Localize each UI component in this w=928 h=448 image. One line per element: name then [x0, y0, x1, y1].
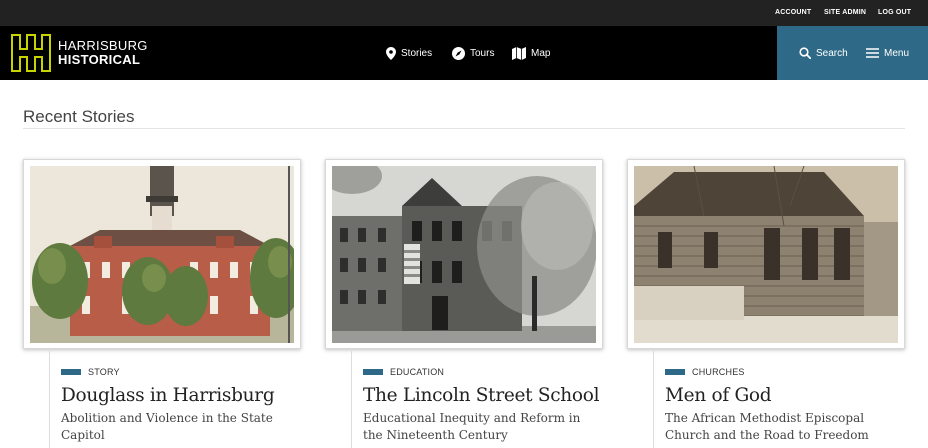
main-header: HARRISBURG HISTORICAL Stories Tours Map	[0, 26, 928, 80]
card-image	[634, 166, 898, 343]
search-button[interactable]: Search	[799, 45, 848, 61]
nav-map-label: Map	[531, 47, 551, 59]
card-title[interactable]: Douglass in Harrisburg	[61, 385, 275, 406]
map-pin-icon	[386, 46, 396, 60]
card-divider	[49, 349, 50, 448]
folded-map-icon	[512, 46, 526, 60]
card-divider	[351, 349, 352, 448]
tag-color-bar	[363, 369, 383, 375]
logo-line-1: HARRISBURG	[58, 38, 148, 53]
card-image-frame[interactable]	[325, 159, 603, 349]
card-divider	[653, 349, 654, 448]
card-subtitle: Abolition and Violence in the State Capi…	[61, 411, 273, 442]
category-tag[interactable]: STORY	[61, 367, 120, 377]
card-subtitle: Educational Inequity and Reform in the N…	[363, 411, 581, 442]
menu-label: Menu	[884, 47, 910, 59]
card-image-frame[interactable]	[627, 159, 905, 349]
card-subtitle: The African Methodist Episcopal Church a…	[665, 411, 869, 442]
compass-icon	[452, 46, 465, 60]
nav-map[interactable]: Map	[512, 45, 550, 61]
logo-mark-icon	[11, 34, 51, 72]
card-title[interactable]: The Lincoln Street School	[363, 385, 600, 406]
logo-line-2: HISTORICAL	[58, 52, 141, 67]
search-label: Search	[816, 47, 848, 59]
log-out-link[interactable]: LOG OUT	[878, 9, 911, 16]
site-admin-link[interactable]: SITE ADMIN	[824, 9, 866, 16]
card-title[interactable]: Men of God	[665, 385, 772, 406]
card-image-frame[interactable]	[23, 159, 301, 349]
section-divider	[23, 128, 905, 129]
nav-stories[interactable]: Stories	[386, 45, 432, 61]
logo-text: HARRISBURG HISTORICAL	[58, 39, 148, 67]
tag-label: CHURCHES	[692, 367, 745, 377]
card-image	[332, 166, 596, 343]
tag-color-bar	[61, 369, 81, 375]
card-image	[30, 166, 294, 343]
tag-color-bar	[665, 369, 685, 375]
account-link[interactable]: ACCOUNT	[775, 9, 811, 16]
category-tag[interactable]: EDUCATION	[363, 367, 444, 377]
search-icon	[799, 47, 811, 59]
hamburger-menu-icon	[866, 48, 879, 58]
nav-tours-label: Tours	[470, 47, 495, 59]
tag-label: EDUCATION	[390, 367, 445, 377]
category-tag[interactable]: CHURCHES	[665, 367, 745, 377]
nav-stories-label: Stories	[401, 47, 433, 59]
tag-label: STORY	[88, 367, 120, 377]
menu-button[interactable]: Menu	[866, 45, 909, 61]
header-actions: Search Menu	[777, 26, 928, 80]
section-title: Recent Stories	[23, 107, 135, 126]
utility-bar: ACCOUNT SITE ADMIN LOG OUT	[0, 0, 928, 26]
nav-tours[interactable]: Tours	[452, 45, 494, 61]
